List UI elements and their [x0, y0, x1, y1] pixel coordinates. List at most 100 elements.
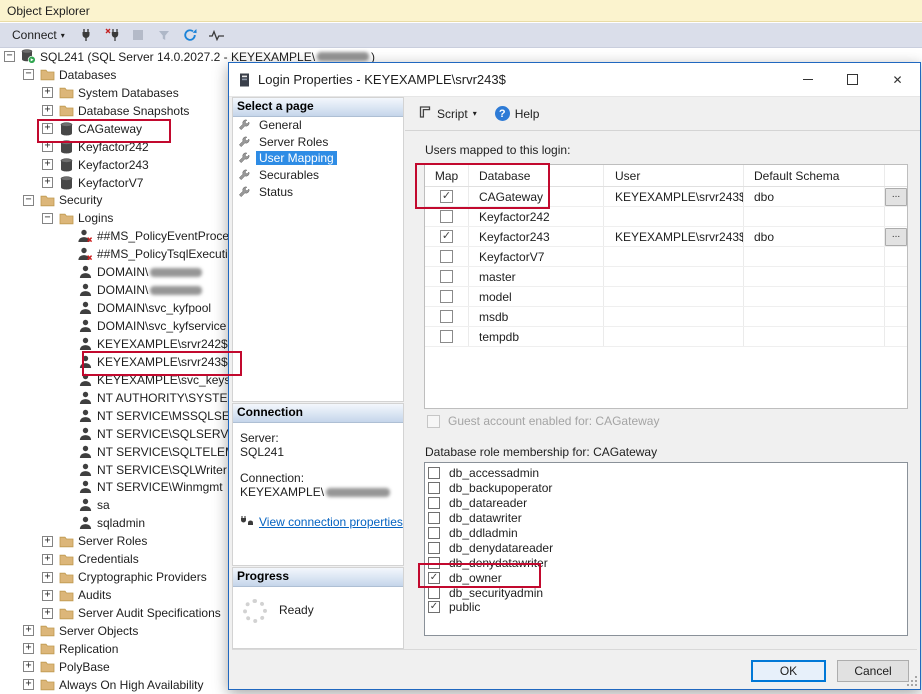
help-button[interactable]: ? Help	[489, 103, 546, 124]
page-item-status[interactable]: Status	[233, 183, 403, 200]
object-explorer-toolbar: Connect ▾	[0, 23, 922, 48]
default-schema-cell[interactable]	[744, 307, 885, 326]
disconnect-plug-icon[interactable]	[104, 27, 121, 44]
map-checkbox[interactable]	[440, 190, 453, 203]
user-cell[interactable]: KEYEXAMPLE\srvr243$	[604, 227, 744, 246]
expand-toggle[interactable]: +	[23, 679, 34, 690]
progress-panel: Progress Ready	[232, 567, 404, 649]
connect-dropdown-button[interactable]: Connect ▾	[8, 26, 69, 44]
map-checkbox[interactable]	[440, 310, 453, 323]
folder-icon	[58, 606, 74, 621]
map-checkbox[interactable]	[440, 210, 453, 223]
role-checkbox[interactable]	[428, 557, 440, 569]
ok-button[interactable]: OK	[751, 660, 826, 682]
role-checkbox[interactable]	[428, 527, 440, 539]
expand-toggle[interactable]: +	[42, 608, 53, 619]
map-checkbox[interactable]	[440, 250, 453, 263]
tree-item-label: KeyfactorV7	[78, 176, 143, 190]
expand-toggle[interactable]: +	[42, 554, 53, 565]
expand-toggle[interactable]: +	[42, 141, 53, 152]
user-cell[interactable]	[604, 267, 744, 286]
map-checkbox[interactable]	[440, 290, 453, 303]
collapse-toggle[interactable]: −	[23, 69, 34, 80]
map-checkbox[interactable]	[440, 270, 453, 283]
cancel-button[interactable]: Cancel	[837, 660, 909, 682]
minimize-button[interactable]	[785, 63, 830, 96]
user-disabled-icon	[77, 247, 93, 262]
connection-value: KEYEXAMPLE\	[240, 485, 403, 499]
refresh-icon[interactable]	[182, 27, 199, 44]
expand-toggle[interactable]: +	[42, 572, 53, 583]
script-button[interactable]: Script ▾	[412, 102, 483, 125]
expand-toggle[interactable]: +	[42, 159, 53, 170]
role-checkbox[interactable]	[428, 482, 440, 494]
page-item-general[interactable]: General	[233, 117, 403, 134]
database-cell[interactable]: CAGateway	[469, 187, 604, 206]
tree-item-label: Keyfactor243	[78, 158, 149, 172]
expand-toggle[interactable]: +	[42, 87, 53, 98]
page-item-user-mapping[interactable]: User Mapping	[233, 150, 403, 167]
tree-item-label: Credentials	[78, 552, 139, 566]
role-row: db_backupoperator	[425, 481, 907, 496]
guest-account-label: Guest account enabled for: CAGateway	[448, 414, 659, 428]
role-checkbox[interactable]	[428, 587, 440, 599]
collapse-toggle[interactable]: −	[4, 51, 15, 62]
role-checkbox[interactable]	[428, 512, 440, 524]
wrench-icon	[238, 186, 252, 198]
expand-toggle[interactable]: +	[42, 105, 53, 116]
collapse-toggle[interactable]: −	[42, 213, 53, 224]
browse-schema-button[interactable]: ...	[885, 228, 907, 246]
guest-account-checkbox	[427, 415, 440, 428]
role-checkbox[interactable]	[428, 572, 440, 584]
database-cell[interactable]: tempdb	[469, 327, 604, 346]
collapse-toggle[interactable]: −	[23, 195, 34, 206]
default-schema-cell[interactable]	[744, 327, 885, 346]
default-schema-cell[interactable]	[744, 207, 885, 226]
user-cell[interactable]	[604, 327, 744, 346]
tree-item-label: System Databases	[78, 86, 179, 100]
role-row: public	[425, 600, 907, 615]
role-checkbox[interactable]	[428, 542, 440, 554]
user-cell[interactable]	[604, 207, 744, 226]
user-cell[interactable]: KEYEXAMPLE\srvr243$	[604, 187, 744, 206]
connect-plug-icon[interactable]	[78, 27, 95, 44]
default-schema-cell[interactable]	[744, 267, 885, 286]
browse-schema-button[interactable]: ...	[885, 188, 907, 206]
dialog-titlebar[interactable]: Login Properties - KEYEXAMPLE\srvr243$	[229, 63, 920, 97]
default-schema-cell[interactable]	[744, 247, 885, 266]
map-checkbox[interactable]	[440, 330, 453, 343]
page-item-server-roles[interactable]: Server Roles	[233, 134, 403, 151]
role-checkbox[interactable]	[428, 601, 440, 613]
expand-toggle[interactable]: +	[23, 643, 34, 654]
default-schema-cell[interactable]: dbo	[744, 187, 885, 206]
role-checkbox[interactable]	[428, 467, 440, 479]
user-cell[interactable]	[604, 287, 744, 306]
expand-toggle[interactable]: +	[42, 177, 53, 188]
user-cell[interactable]	[604, 307, 744, 326]
expand-toggle[interactable]: +	[23, 625, 34, 636]
expand-toggle[interactable]: +	[42, 536, 53, 547]
connection-panel: Connection Server: SQL241 Connection: KE…	[232, 403, 404, 566]
expand-toggle[interactable]: +	[42, 123, 53, 134]
database-cell[interactable]: model	[469, 287, 604, 306]
expand-toggle[interactable]: +	[42, 590, 53, 601]
role-name: public	[449, 600, 480, 614]
role-checkbox[interactable]	[428, 497, 440, 509]
database-cell[interactable]: msdb	[469, 307, 604, 326]
database-cell[interactable]: Keyfactor243	[469, 227, 604, 246]
expand-toggle[interactable]: +	[23, 661, 34, 672]
default-schema-cell[interactable]: dbo	[744, 227, 885, 246]
close-button[interactable]	[875, 63, 920, 96]
database-cell[interactable]: master	[469, 267, 604, 286]
maximize-button[interactable]	[830, 63, 875, 96]
database-cell[interactable]: KeyfactorV7	[469, 247, 604, 266]
default-schema-cell[interactable]	[744, 287, 885, 306]
activity-monitor-icon[interactable]	[208, 27, 225, 44]
page-item-securables[interactable]: Securables	[233, 167, 403, 184]
map-checkbox[interactable]	[440, 230, 453, 243]
user-cell[interactable]	[604, 247, 744, 266]
view-connection-properties-link[interactable]: View connection properties	[259, 515, 403, 529]
database-cell[interactable]: Keyfactor242	[469, 207, 604, 226]
folder-icon	[39, 623, 55, 638]
resize-grip[interactable]	[907, 676, 918, 687]
